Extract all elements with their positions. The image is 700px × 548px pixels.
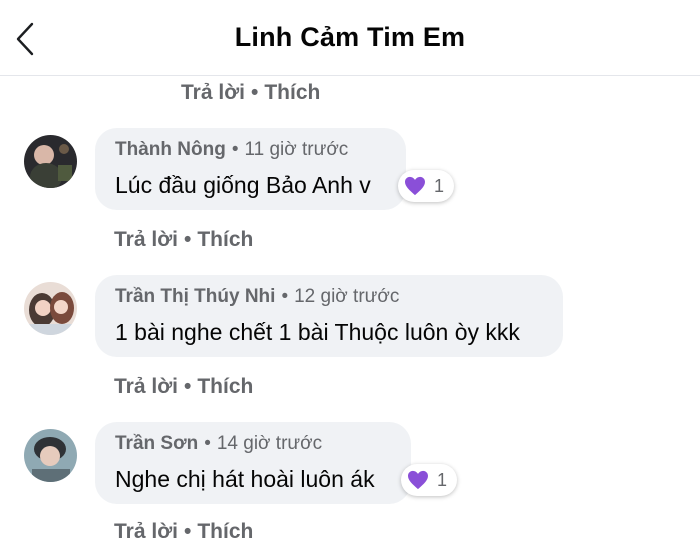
- comment-actions: Trả lời • Thích: [114, 520, 253, 544]
- commenter-name[interactable]: Trần Sơn: [115, 433, 198, 454]
- comment-time: 12 giờ trước: [294, 286, 400, 307]
- reaction-count: 1: [433, 175, 444, 196]
- comment-bubble: Trần Sơn • 14 giờ trước Nghe chị hát hoài …: [95, 422, 411, 504]
- comment-time: 11 giờ trước: [244, 139, 349, 160]
- purple-heart-icon: [407, 470, 428, 490]
- comment-bubble: Thành Nông • 11 giờ trước Lúc đầu giống Bả…: [95, 128, 406, 210]
- comment-text: Lúc đầu giống Bảo Anh v: [115, 172, 371, 198]
- avatar[interactable]: [24, 429, 77, 482]
- reaction-count: 1: [436, 469, 447, 490]
- page-title: Linh Cảm Tim Em: [234, 22, 466, 52]
- comment-text: Nghe chị hát hoài luôn ák: [115, 466, 375, 492]
- avatar-photo: [24, 135, 77, 188]
- avatar-photo: [24, 429, 77, 482]
- reply-link[interactable]: Trả lời: [114, 520, 178, 543]
- avatar[interactable]: [24, 282, 77, 335]
- separator-dot: •: [231, 139, 239, 160]
- comment-actions-previous: Trả lời • Thích: [181, 81, 320, 105]
- reaction-badge[interactable]: 1: [398, 170, 454, 202]
- reply-link[interactable]: Trả lời: [114, 228, 178, 251]
- comment-meta: Thành Nông • 11 giờ trước: [115, 139, 348, 161]
- like-link[interactable]: Thích: [197, 228, 253, 251]
- separator-dot: •: [183, 228, 192, 251]
- comment-actions: Trả lời • Thích: [114, 228, 253, 252]
- separator-dot: •: [204, 433, 211, 454]
- reply-link[interactable]: Trả lời: [114, 375, 178, 398]
- header-bar: Linh Cảm Tim Em: [0, 0, 700, 76]
- comment-text: 1 bài nghe chết 1 bài Thuộc luôn òy kkk: [115, 319, 520, 345]
- comment-meta: Trần Thị Thúy Nhi • 12 giờ trước: [115, 286, 399, 308]
- purple-heart-icon: [404, 176, 425, 196]
- commenter-name[interactable]: Trần Thị Thúy Nhi: [115, 286, 275, 307]
- reaction-badge[interactable]: 1: [401, 464, 457, 496]
- like-link[interactable]: Thích: [197, 375, 253, 398]
- reply-link[interactable]: Trả lời: [181, 81, 245, 104]
- separator-dot: •: [183, 375, 192, 398]
- avatar[interactable]: [24, 135, 77, 188]
- separator-dot: •: [281, 286, 289, 307]
- comment-time: 14 giờ trước: [216, 433, 323, 454]
- avatar-photo: [24, 282, 77, 335]
- comment-actions: Trả lời • Thích: [114, 375, 253, 399]
- separator-dot: •: [183, 520, 192, 543]
- like-link[interactable]: Thích: [197, 520, 253, 543]
- commenter-name[interactable]: Thành Nông: [115, 139, 226, 160]
- separator-dot: •: [250, 81, 259, 104]
- comment-meta: Trần Sơn • 14 giờ trước: [115, 433, 322, 455]
- like-link[interactable]: Thích: [264, 81, 320, 104]
- comment-bubble: Trần Thị Thúy Nhi • 12 giờ trước 1 bài ngh…: [95, 275, 563, 357]
